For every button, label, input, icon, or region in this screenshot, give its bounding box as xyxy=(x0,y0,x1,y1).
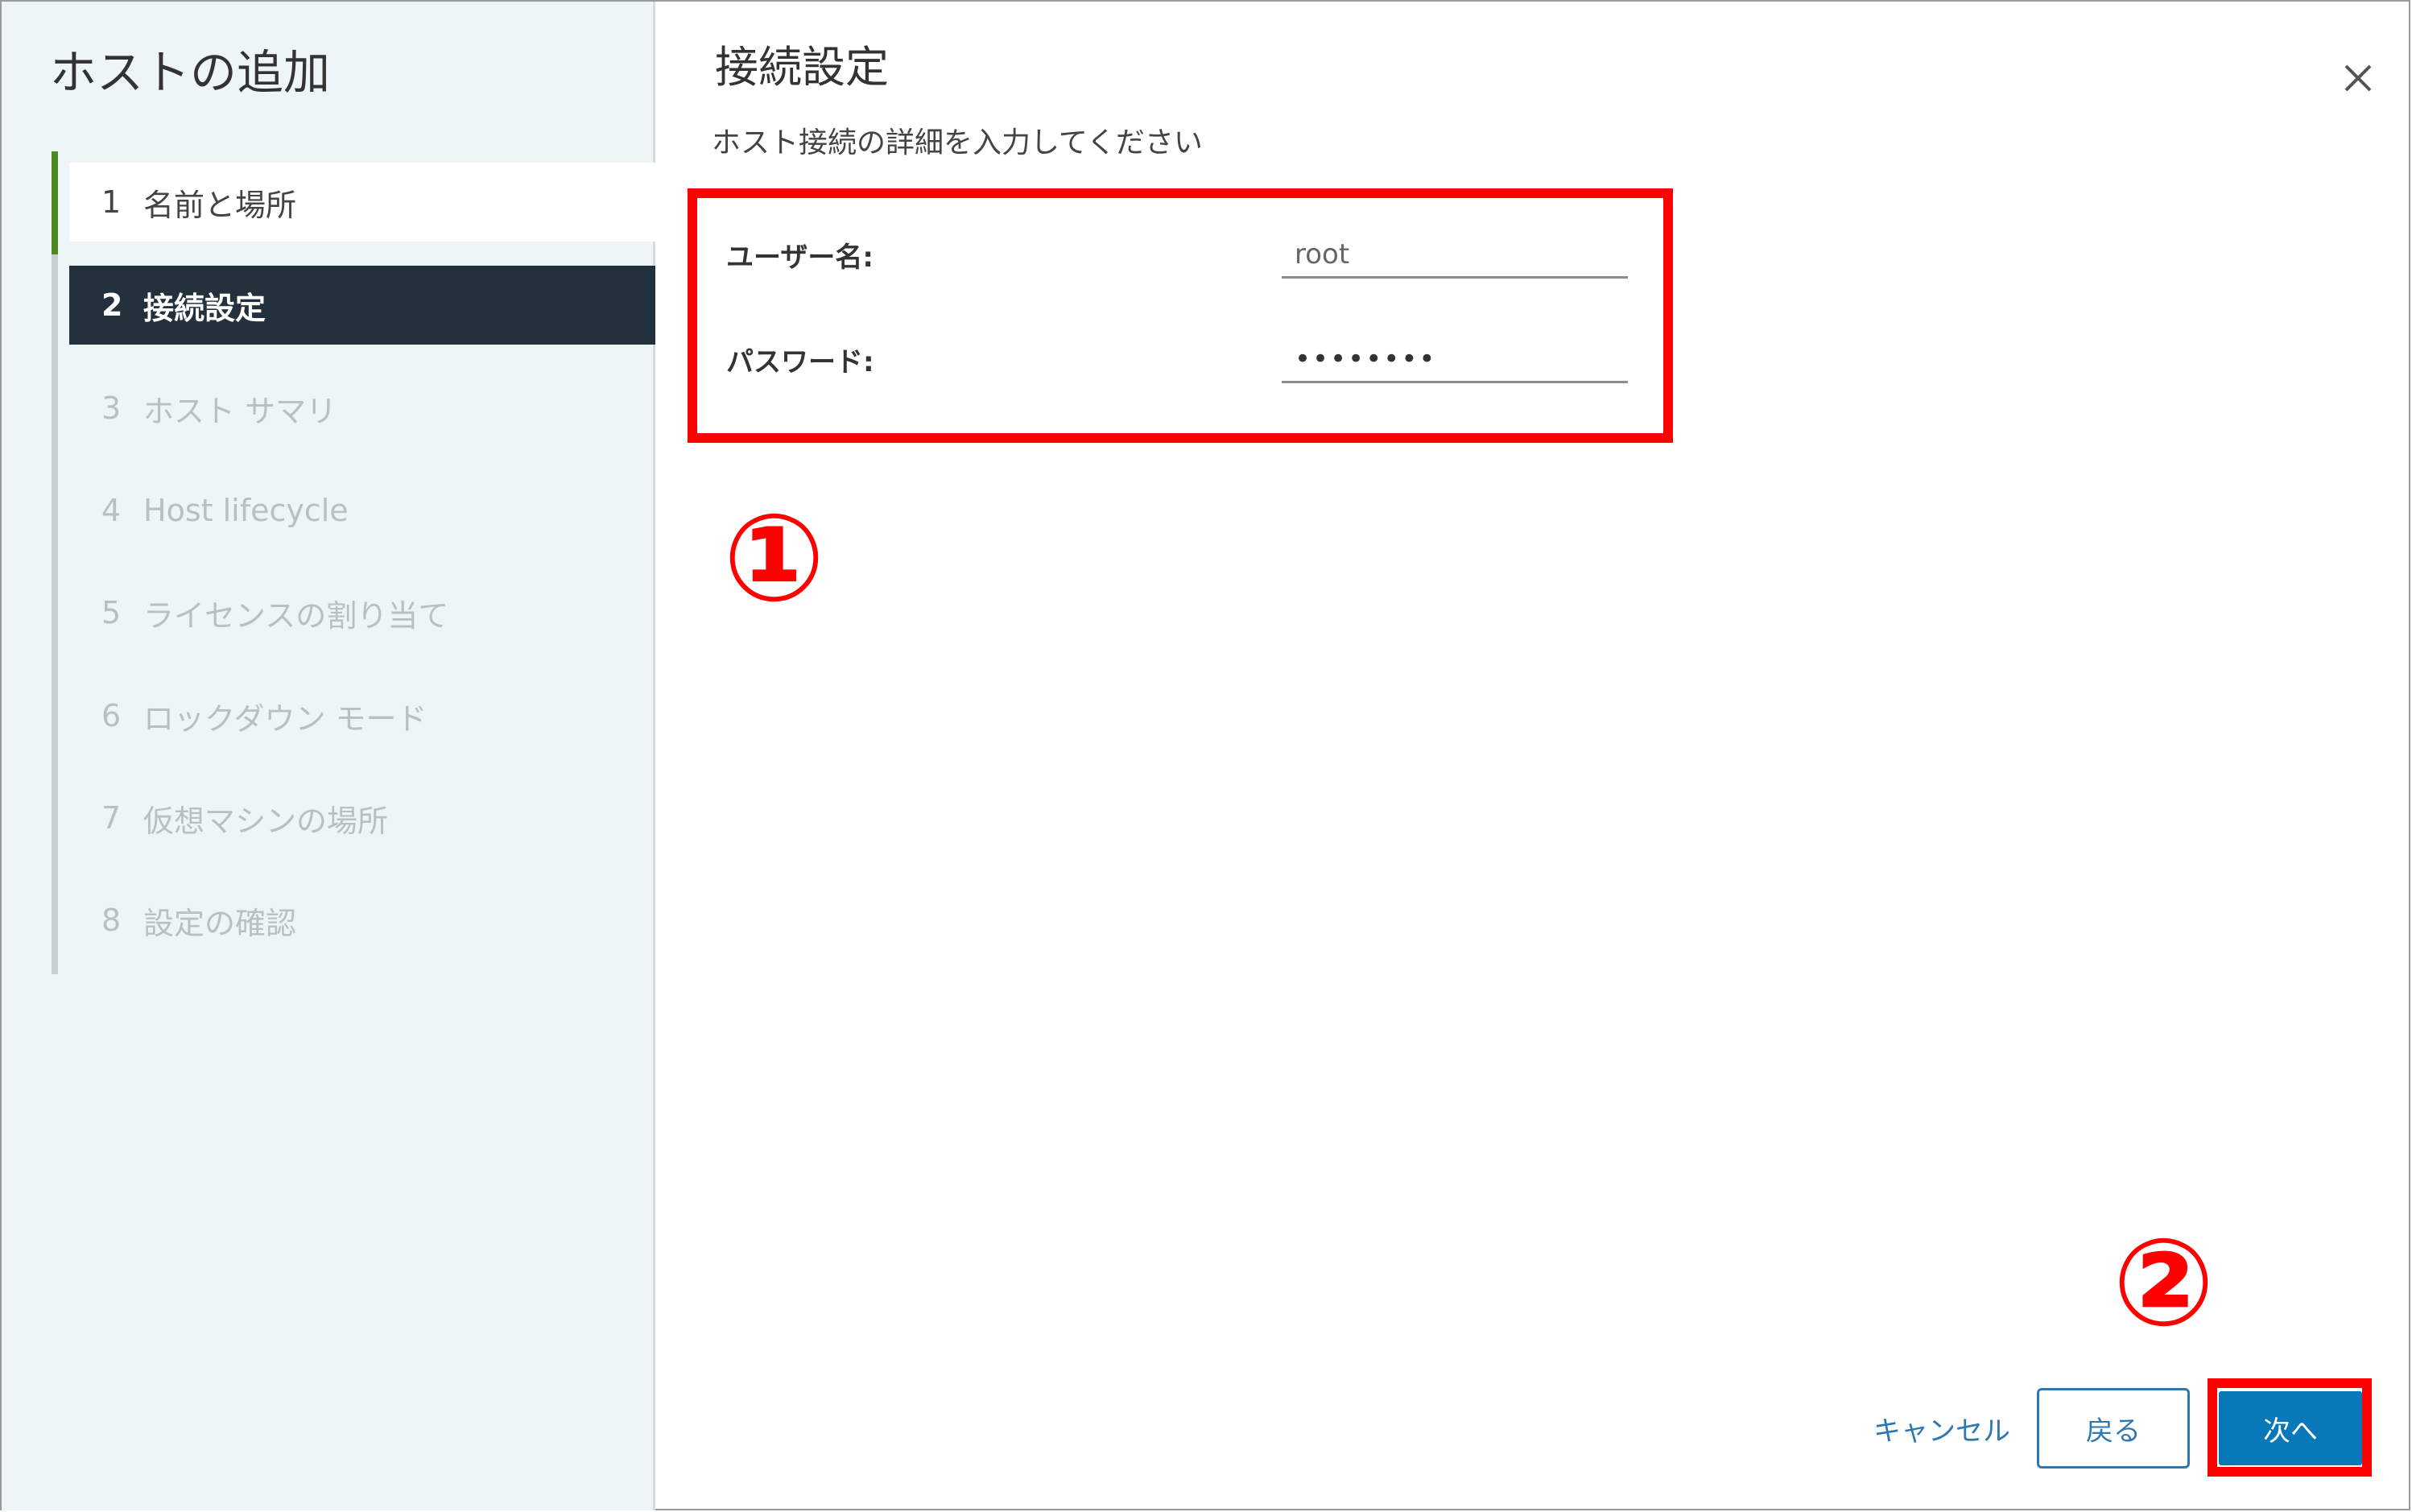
wizard-step-connection-settings[interactable]: 2 接続設定 xyxy=(69,266,655,345)
step-number: 4 xyxy=(101,493,122,528)
step-number: 6 xyxy=(101,698,122,733)
step-progress-rail xyxy=(52,151,58,974)
wizard-step-host-summary: 3 ホスト サマリ xyxy=(69,369,655,448)
page-subtitle: ホスト接続の詳細を入力してください xyxy=(712,126,1203,159)
annotation-marker-2: ② xyxy=(2113,1213,2216,1353)
wizard-step-name-location[interactable]: 1 名前と場所 xyxy=(69,163,655,242)
close-icon[interactable] xyxy=(2340,60,2377,97)
wizard-step-host-lifecycle: 4 Host lifecycle xyxy=(69,471,655,550)
credentials-highlight-box xyxy=(688,188,1673,443)
wizard-step-vm-location: 7 仮想マシンの場所 xyxy=(69,779,655,857)
wizard-steps-pane: ホストの追加 1 名前と場所 2 接続設定 3 ホスト サマリ 4 Host l… xyxy=(2,2,655,1510)
step-label: Host lifecycle xyxy=(143,493,349,528)
wizard-step-lockdown-mode: 6 ロックダウン モード xyxy=(69,676,655,755)
cancel-button[interactable]: キャンセル xyxy=(1853,1388,2030,1469)
step-label: 接続設定 xyxy=(143,290,266,326)
step-number: 7 xyxy=(101,800,122,836)
next-button[interactable]: 次へ xyxy=(2219,1391,2362,1465)
step-number: 5 xyxy=(101,595,122,630)
step-label: 名前と場所 xyxy=(143,187,297,223)
step-label: ライセンスの割り当て xyxy=(143,597,449,634)
step-number: 8 xyxy=(101,903,122,938)
step-number: 1 xyxy=(101,184,122,220)
step-number: 2 xyxy=(101,287,123,323)
back-button[interactable]: 戻る xyxy=(2037,1388,2190,1469)
wizard-title: ホストの追加 xyxy=(50,45,331,100)
wizard-step-license-assignment: 5 ライセンスの割り当て xyxy=(69,573,655,652)
step-label: 設定の確認 xyxy=(143,905,297,941)
annotation-marker-1: ① xyxy=(723,489,826,629)
page-title: 接続設定 xyxy=(715,42,889,93)
add-host-dialog: ホストの追加 1 名前と場所 2 接続設定 3 ホスト サマリ 4 Host l… xyxy=(0,0,2410,1510)
step-label: 仮想マシンの場所 xyxy=(143,803,389,839)
step-label: ホスト サマリ xyxy=(143,393,337,429)
step-number: 3 xyxy=(101,390,122,426)
step-progress-indicator xyxy=(52,151,58,254)
step-label: ロックダウン モード xyxy=(143,700,427,737)
wizard-step-review: 8 設定の確認 xyxy=(69,881,655,960)
